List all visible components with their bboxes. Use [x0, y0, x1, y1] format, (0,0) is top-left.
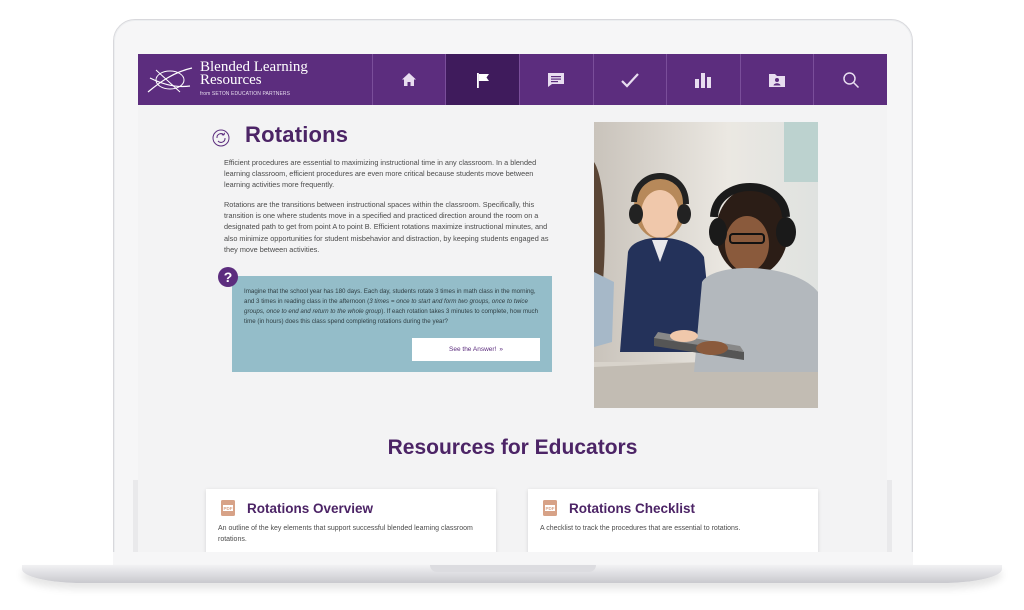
rotation-cycle-icon	[212, 129, 230, 147]
svg-text:PDF: PDF	[546, 506, 555, 511]
pdf-file-icon: PDF	[221, 500, 235, 516]
browser-screen: Blended Learning Resources from SETON ED…	[138, 54, 887, 552]
message-list-icon	[548, 72, 565, 87]
question-text: Imagine that the school year has 180 day…	[244, 288, 539, 325]
nav-data[interactable]	[666, 54, 740, 105]
swoosh-logo-icon	[147, 67, 193, 93]
pdf-file-icon: PDF	[543, 500, 557, 516]
card-title[interactable]: Rotations Checklist	[569, 501, 695, 516]
check-icon	[621, 72, 639, 88]
bezel-edge-left	[133, 480, 138, 552]
page-title: Rotations	[245, 122, 349, 147]
nav-checklist[interactable]	[592, 54, 667, 105]
resources-heading: Resources for Educators	[387, 436, 638, 459]
nav-home[interactable]	[371, 54, 446, 105]
nav-profiles[interactable]	[739, 54, 814, 105]
intro-paragraph: Efficient procedures are essential to ma…	[224, 158, 537, 190]
card-description: An outline of the key elements that supp…	[218, 525, 473, 543]
resource-card-overview[interactable]: PDF Rotations Overview An outline of the…	[206, 489, 496, 552]
brand-subtitle: from SETON EDUCATION PARTNERS	[200, 91, 291, 97]
bar-chart-icon	[695, 72, 712, 88]
double-chevron-right-icon: »	[499, 346, 503, 353]
screen-bottom-bezel	[113, 552, 913, 566]
flag-icon	[476, 72, 489, 88]
question-mark-icon: ?	[218, 267, 238, 287]
bezel-edge-right	[887, 480, 892, 552]
svg-text:?: ?	[224, 269, 233, 285]
home-icon	[402, 73, 417, 86]
nav-discussion[interactable]	[519, 54, 593, 105]
laptop-base-notch	[430, 565, 596, 572]
card-title[interactable]: Rotations Overview	[247, 501, 373, 516]
top-navigation: Blended Learning Resources from SETON ED…	[138, 54, 887, 105]
svg-text:PDF: PDF	[224, 506, 233, 511]
brand-title: Blended Learning Resources	[200, 59, 308, 88]
card-description: A checklist to track the procedures that…	[540, 525, 741, 532]
students-with-headphones-photo	[594, 122, 818, 408]
see-answer-button[interactable]: See the Answer! »	[412, 338, 540, 361]
resource-card-checklist[interactable]: PDF Rotations Checklist A checklist to t…	[528, 489, 818, 552]
definition-paragraph: Rotations are the transitions between in…	[224, 200, 549, 254]
see-answer-label: See the Answer!	[449, 346, 497, 353]
nav-search[interactable]	[813, 54, 887, 105]
question-box: Imagine that the school year has 180 day…	[232, 276, 552, 372]
search-icon	[842, 71, 859, 88]
nav-rotations[interactable]	[445, 54, 519, 105]
brand-logo-area[interactable]: Blended Learning Resources from SETON ED…	[138, 54, 372, 105]
folder-user-icon	[769, 73, 786, 87]
